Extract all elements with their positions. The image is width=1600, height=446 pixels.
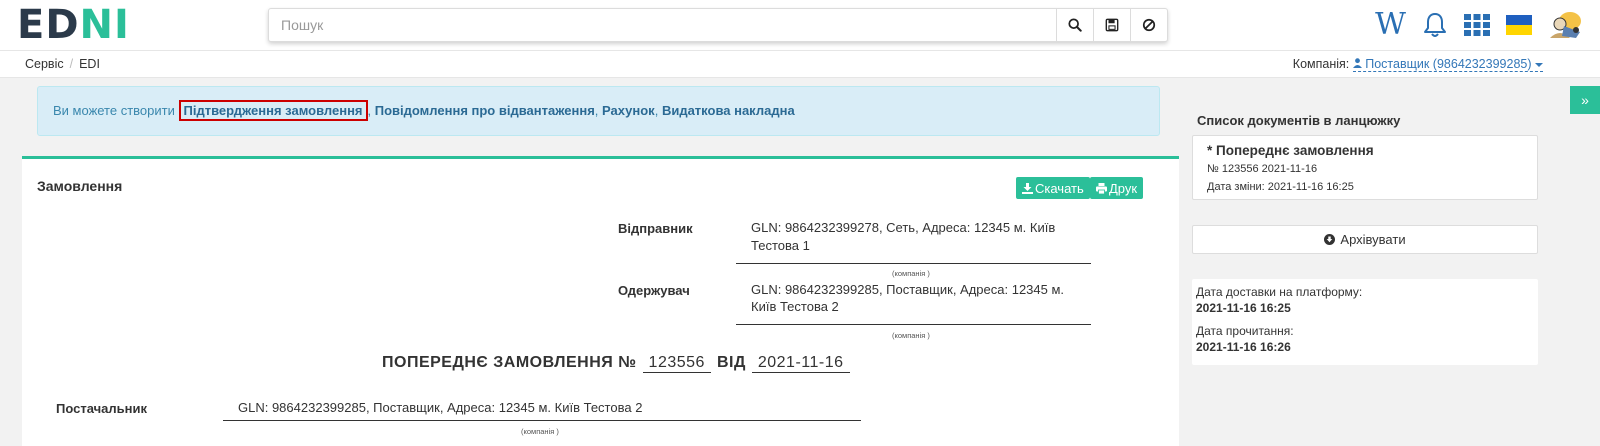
heading-number: 123556 xyxy=(642,354,711,373)
link-waybill[interactable]: Видаткова накладна xyxy=(662,103,795,118)
company-label: Компанія: xyxy=(1292,57,1350,71)
delivery-value: 2021-11-16 16:25 xyxy=(1196,301,1291,315)
floppy-disk-icon xyxy=(1105,18,1119,32)
company-value: Поставщик (9864232399285) xyxy=(1365,57,1532,71)
logo-part2: N xyxy=(79,2,115,48)
top-header: EDNI W xyxy=(0,0,1600,50)
breadcrumb: Сервіс / EDI xyxy=(25,57,100,71)
breadcrumb-item-edi[interactable]: EDI xyxy=(79,57,100,71)
alert-separator: , xyxy=(654,103,659,118)
recipient-caption: (компанія ) xyxy=(892,331,930,340)
bell-icon[interactable] xyxy=(1422,9,1448,41)
supplier-underline xyxy=(223,420,861,421)
company-selector: Компанія: Поставщик (9864232399285) xyxy=(1292,57,1543,72)
save-search-button[interactable] xyxy=(1093,9,1130,41)
recipient-value-line1: GLN: 9864232399285, Поставщик, Адреса: 1… xyxy=(751,282,1065,297)
ban-icon xyxy=(1142,18,1156,32)
company-dropdown[interactable]: Поставщик (9864232399285) xyxy=(1352,57,1543,72)
top-icons: W xyxy=(1375,9,1582,41)
apps-grid-icon[interactable] xyxy=(1464,9,1490,41)
create-documents-alert: Ви можете створити Підтвердження замовле… xyxy=(37,86,1160,136)
supplier-caption: (компанія ) xyxy=(521,427,559,436)
search-button[interactable] xyxy=(1056,9,1093,41)
side-panel-toggle[interactable]: » xyxy=(1570,86,1600,114)
chain-item-number-date: № 123556 2021-11-16 xyxy=(1207,163,1318,175)
supplier-label: Постачальник xyxy=(56,401,147,416)
link-invoice[interactable]: Рахунок xyxy=(602,103,655,118)
chain-title: Список документів в ланцюжку xyxy=(1197,113,1401,128)
chain-item-title: * Попереднє замовлення xyxy=(1207,143,1374,158)
sender-label: Відправник xyxy=(618,221,693,236)
double-chevron-right-icon: » xyxy=(1581,92,1589,108)
supplier-value: GLN: 9864232399285, Поставщик, Адреса: 1… xyxy=(238,400,643,415)
user-avatar[interactable] xyxy=(1548,9,1582,41)
search-input[interactable] xyxy=(269,9,1056,41)
chain-item-changed: Дата зміни: 2021-11-16 16:25 xyxy=(1207,181,1354,193)
edin-logo[interactable]: EDNI xyxy=(17,5,130,45)
print-label: Друк xyxy=(1109,180,1138,196)
document-title: Замовлення xyxy=(37,178,123,194)
logo-part1: ED xyxy=(17,2,80,48)
sender-value-line1: GLN: 9864232399278, Сеть, Адреса: 12345 … xyxy=(751,220,1056,235)
search-bar xyxy=(268,8,1168,42)
sender-caption: (компанія ) xyxy=(892,269,930,278)
user-icon xyxy=(1352,58,1362,68)
download-icon xyxy=(1022,182,1033,194)
logo-part3: I xyxy=(114,2,130,48)
alert-prefix: Ви можете створити xyxy=(53,103,175,118)
caret-down-icon xyxy=(1535,63,1543,67)
read-label: Дата прочитання: xyxy=(1196,324,1294,338)
link-shipment-notice[interactable]: Повідомлення про відвантаження xyxy=(375,103,595,118)
chain-document-card[interactable]: * Попереднє замовлення № 123556 2021-11-… xyxy=(1192,135,1538,200)
alert-separator: , xyxy=(594,103,599,118)
sender-value-line2: Тестова 1 xyxy=(751,238,810,253)
sender-underline xyxy=(736,263,1091,264)
download-label: Скачать xyxy=(1035,180,1084,196)
alert-separator: , xyxy=(367,103,372,118)
search-icon xyxy=(1068,18,1082,32)
print-button[interactable]: Друк xyxy=(1090,177,1144,199)
breadcrumb-item-service[interactable]: Сервіс xyxy=(25,57,64,71)
archive-button[interactable]: Архівувати xyxy=(1192,225,1538,254)
clear-search-button[interactable] xyxy=(1130,9,1167,41)
heading-date: 2021-11-16 xyxy=(751,354,850,373)
recipient-underline xyxy=(736,324,1091,325)
link-order-confirmation[interactable]: Підтвердження замовлення xyxy=(178,100,368,121)
recipient-value-line2: Київ Тестова 2 xyxy=(751,299,839,314)
wiki-icon[interactable]: W xyxy=(1375,9,1406,41)
document-panel: Замовлення Скачать Друк Відправник GLN: … xyxy=(22,156,1179,446)
ukraine-flag-icon[interactable] xyxy=(1506,9,1532,41)
arrow-circle-down-icon xyxy=(1324,234,1336,245)
delivery-info: Дата доставки на платформу: 2021-11-16 1… xyxy=(1192,279,1538,365)
recipient-label: Одержувач xyxy=(618,283,690,298)
heading-from: ВІД xyxy=(716,354,746,371)
heading-prefix: ПОПЕРЕДНЄ ЗАМОВЛЕННЯ № xyxy=(382,354,637,371)
print-icon xyxy=(1096,182,1107,194)
document-heading: ПОПЕРЕДНЄ ЗАМОВЛЕННЯ № 123556 ВІД 2021-1… xyxy=(382,354,850,373)
archive-label: Архівувати xyxy=(1340,232,1406,247)
download-button[interactable]: Скачать xyxy=(1016,177,1090,199)
breadcrumb-bar: Сервіс / EDI Компанія: Поставщик (98642323… xyxy=(0,50,1600,78)
delivery-label: Дата доставки на платформу: xyxy=(1196,285,1363,299)
read-value: 2021-11-16 16:26 xyxy=(1196,340,1291,354)
